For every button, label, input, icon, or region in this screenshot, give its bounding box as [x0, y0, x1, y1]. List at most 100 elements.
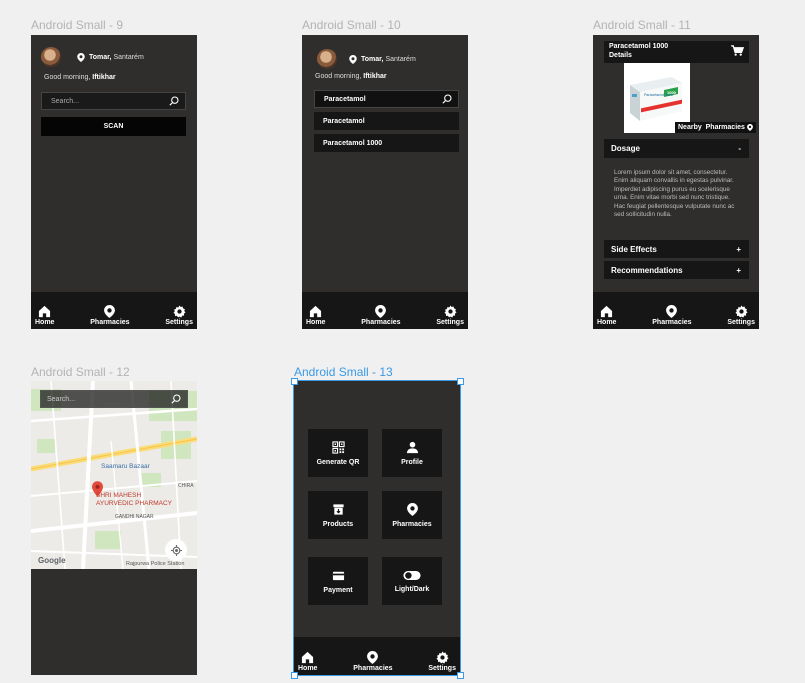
frame-title-13[interactable]: Android Small - 13: [294, 365, 393, 379]
nav-pharmacies-label: Pharmacies: [652, 319, 692, 326]
location-display[interactable]: Tomar, Santarém: [349, 55, 416, 64]
map-poi-label: Rajpurwa Police Station: [126, 561, 185, 567]
nav-settings-label: Settings: [165, 319, 193, 326]
greeting: Good morning, Iftikhar: [315, 73, 387, 80]
nav-home[interactable]: Home: [35, 305, 54, 326]
home-icon: [601, 305, 613, 318]
search-value: Paracetamol: [324, 95, 366, 103]
search-icon[interactable]: [171, 394, 181, 404]
generate-qr-tile[interactable]: Generate QR: [308, 429, 368, 477]
dosage-section-header[interactable]: Dosage -: [604, 139, 749, 158]
home-icon: [302, 651, 314, 664]
avatar[interactable]: [41, 47, 61, 67]
nav-settings-label: Settings: [727, 319, 755, 326]
search-icon[interactable]: [169, 96, 179, 106]
products-label: Products: [322, 520, 354, 528]
nav-pharmacies[interactable]: Pharmacies: [90, 305, 130, 326]
gear-icon: [444, 305, 457, 318]
payment-label: Payment: [323, 586, 353, 594]
bottom-nav: Home Pharmacies Settings: [593, 292, 759, 329]
nav-home-label: Home: [597, 319, 617, 326]
recommendations-label: Recommendations: [611, 265, 683, 275]
nav-home-label: Home: [35, 319, 55, 326]
recommendations-section[interactable]: Recommendations +: [604, 261, 749, 279]
map-area-label: CHIRA: [178, 483, 194, 489]
pharmacy-name-line2: AYURVEDIC PHARMACY: [96, 500, 172, 507]
profile-tile[interactable]: Profile: [382, 429, 442, 477]
region-label: Santarém: [113, 54, 144, 61]
nav-pharmacies[interactable]: Pharmacies: [652, 305, 692, 326]
map-area-label: GANDHI NAGAR: [115, 514, 154, 520]
toggle-icon[interactable]: [403, 570, 421, 581]
frame-details: Paracetamol 1000 Details Paracetamol Tev…: [593, 35, 759, 329]
crosshair-icon: [170, 544, 182, 556]
frame-search: Tomar, Santarém Good morning, Iftikhar Pa…: [302, 35, 468, 329]
expand-icon[interactable]: +: [736, 266, 741, 275]
nearby-pharmacies-link[interactable]: Nearby Pharmacies: [675, 122, 756, 133]
avatar[interactable]: [317, 49, 337, 69]
my-location-button[interactable]: [165, 539, 187, 561]
nav-settings[interactable]: Settings: [436, 305, 464, 326]
expand-icon[interactable]: +: [736, 245, 741, 254]
city-label: Tomar,: [361, 56, 384, 63]
search-input[interactable]: Search...: [41, 92, 186, 110]
nav-pharmacies-label: Pharmacies: [90, 319, 130, 326]
nav-home[interactable]: Home: [597, 305, 616, 326]
city-label: Tomar,: [89, 54, 112, 61]
resize-handle[interactable]: [291, 672, 298, 679]
nav-settings[interactable]: Settings: [428, 651, 456, 672]
gear-icon: [735, 305, 748, 318]
profile-label: Profile: [401, 458, 423, 466]
payment-tile[interactable]: Payment: [308, 557, 368, 605]
pharmacies-label: Pharmacies: [392, 520, 432, 528]
details-header: Paracetamol 1000 Details: [604, 41, 749, 63]
resize-handle[interactable]: [291, 378, 298, 385]
suggestion-item[interactable]: Paracetamol: [314, 112, 459, 130]
pharmacy-map-label[interactable]: SHRI MAHESH AYURVEDIC PHARMACY: [96, 492, 172, 508]
frame-title-12[interactable]: Android Small - 12: [31, 365, 130, 379]
frame-home: Tomar, Santarém Good morning, Iftikhar Se…: [31, 35, 197, 329]
home-icon: [39, 305, 51, 318]
location-pin-icon: [375, 305, 387, 318]
resize-handle[interactable]: [457, 378, 464, 385]
theme-toggle-tile[interactable]: Light/Dark: [382, 557, 442, 605]
nav-settings[interactable]: Settings: [727, 305, 755, 326]
qr-code-icon: [331, 440, 345, 454]
location-pin-icon: [406, 502, 418, 516]
pharmacy-name: SHRI MAHESH: [96, 492, 142, 499]
products-tile[interactable]: Products: [308, 491, 368, 539]
google-logo: Google: [38, 556, 66, 565]
frame-title-11[interactable]: Android Small - 11: [593, 18, 691, 32]
greeting: Good morning, Iftikhar: [44, 74, 116, 81]
resize-handle[interactable]: [457, 672, 464, 679]
generate-qr-label: Generate QR: [316, 458, 360, 466]
pharmacies-tile[interactable]: Pharmacies: [382, 491, 442, 539]
nav-pharmacies[interactable]: Pharmacies: [353, 651, 393, 672]
search-icon[interactable]: [442, 94, 452, 104]
nav-settings[interactable]: Settings: [165, 305, 193, 326]
home-icon: [310, 305, 322, 318]
dosage-label: Dosage: [611, 144, 640, 153]
cart-icon[interactable]: [731, 45, 744, 56]
location-pin-icon: [104, 305, 116, 318]
collapse-icon[interactable]: -: [738, 144, 741, 153]
nav-home[interactable]: Home: [298, 651, 317, 672]
scan-button[interactable]: SCAN: [41, 117, 186, 136]
suggestion-item[interactable]: Paracetamol 1000: [314, 134, 459, 152]
frame-title-9[interactable]: Android Small - 9: [31, 18, 123, 32]
location-pin-icon: [747, 124, 753, 131]
theme-label: Light/Dark: [394, 585, 430, 593]
product-subtitle: Details: [609, 52, 632, 59]
map-search-placeholder: Search...: [47, 395, 76, 403]
gear-icon: [173, 305, 186, 318]
map-poi-label: Saamaru Bazaar: [101, 463, 150, 470]
frame-map: Search... ADARSH NAGAR Saamaru Bazaar CH…: [31, 381, 197, 675]
nav-home[interactable]: Home: [306, 305, 325, 326]
side-effects-section[interactable]: Side Effects +: [604, 240, 749, 258]
frame-title-10[interactable]: Android Small - 10: [302, 18, 401, 32]
map-view[interactable]: Search... ADARSH NAGAR Saamaru Bazaar CH…: [31, 381, 197, 569]
location-display[interactable]: Tomar, Santarém: [77, 53, 144, 62]
search-placeholder: Search...: [51, 97, 80, 105]
nav-pharmacies[interactable]: Pharmacies: [361, 305, 401, 326]
search-input[interactable]: Paracetamol: [314, 90, 459, 108]
